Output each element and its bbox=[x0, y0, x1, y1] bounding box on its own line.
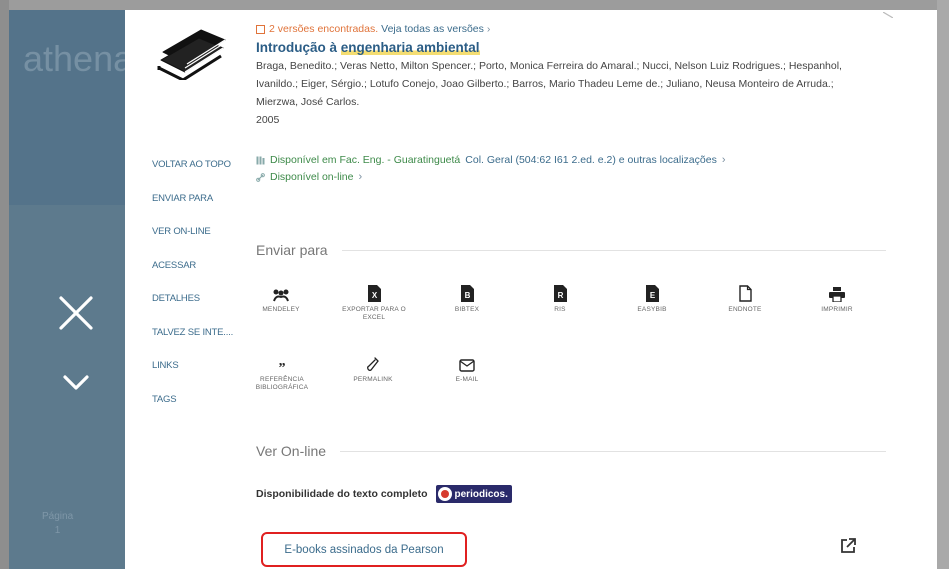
action-easybib[interactable]: E EASYBIB bbox=[617, 282, 687, 314]
record-details-panel: VOLTAR AO TOPO ENVIAR PARA VER ON-LINE A… bbox=[125, 10, 937, 569]
chevron-right-icon: › bbox=[358, 171, 363, 183]
record-year: 2005 bbox=[256, 114, 280, 126]
record-info: 2 versões encontradas. Veja todas as ver… bbox=[256, 22, 896, 128]
ris-icon: R bbox=[553, 285, 567, 302]
svg-text:”: ” bbox=[279, 362, 286, 372]
availability-physical[interactable]: Disponível em Fac. Eng. - Guaratinguetá … bbox=[256, 152, 896, 169]
periodicos-badge[interactable]: periodicos. bbox=[435, 485, 512, 503]
action-permalink[interactable]: PERMALINK bbox=[338, 352, 408, 384]
action-label: PERMALINK bbox=[353, 376, 393, 383]
nav-you-may-be-interested[interactable]: TALVEZ SE INTE.... bbox=[152, 326, 247, 360]
svg-text:R: R bbox=[557, 291, 563, 300]
svg-text:B: B bbox=[464, 291, 470, 300]
action-print[interactable]: IMPRIMIR bbox=[802, 282, 872, 314]
book-icon bbox=[157, 29, 226, 80]
close-icon[interactable] bbox=[55, 292, 97, 334]
shelf-icon bbox=[256, 156, 265, 165]
svg-text:E: E bbox=[649, 291, 655, 300]
bibtex-icon: B bbox=[460, 285, 474, 302]
divider bbox=[340, 450, 886, 452]
action-label: REFERÊNCIA BIBLIOGRÁFICA bbox=[255, 376, 309, 391]
endnote-icon bbox=[738, 285, 752, 302]
action-ris[interactable]: R RIS bbox=[525, 282, 595, 314]
action-label: RIS bbox=[554, 306, 566, 313]
svg-text:X: X bbox=[371, 291, 377, 300]
versions-icon bbox=[256, 24, 265, 34]
record-authors: Braga, Benedito.; Veras Netto, Milton Sp… bbox=[256, 60, 842, 108]
send-to-heading: Enviar para bbox=[256, 242, 886, 258]
nav-tags[interactable]: TAGS bbox=[152, 393, 247, 427]
page-label: Página bbox=[42, 511, 74, 522]
divider bbox=[341, 249, 886, 251]
mendeley-icon bbox=[273, 289, 289, 302]
chevron-down-icon[interactable] bbox=[59, 370, 93, 396]
availability-detail: Col. Geral (504:62 I61 2.ed. e.2) e outr… bbox=[465, 154, 717, 166]
action-label: BIBTEX bbox=[454, 306, 480, 313]
title-highlight: engenharia ambiental bbox=[340, 40, 480, 55]
nav-links[interactable]: LINKS bbox=[152, 359, 247, 393]
action-label: MENDELEY bbox=[262, 306, 300, 313]
pearson-ebooks-link[interactable]: E-books assinados da Pearson bbox=[261, 532, 467, 567]
external-link-icon[interactable] bbox=[839, 537, 857, 555]
record-title[interactable]: Introdução à engenharia ambiental bbox=[256, 39, 896, 56]
versions-row: 2 versões encontradas. Veja todas as ver… bbox=[256, 22, 896, 36]
action-label: EASYBIB bbox=[637, 306, 667, 313]
nav-access[interactable]: ACESSAR bbox=[152, 259, 247, 293]
record-side-navigation: VOLTAR AO TOPO ENVIAR PARA VER ON-LINE A… bbox=[152, 158, 247, 426]
action-bibtex[interactable]: B BIBTEX bbox=[432, 282, 502, 314]
availability-location: Disponível em Fac. Eng. - Guaratinguetá bbox=[270, 154, 461, 166]
permalink-icon bbox=[367, 357, 379, 371]
print-icon bbox=[829, 287, 845, 302]
periodicos-logo-icon bbox=[437, 487, 452, 501]
versions-found-text: 2 versões encontradas. bbox=[269, 23, 379, 35]
nav-details[interactable]: DETALHES bbox=[152, 292, 247, 326]
link-icon bbox=[256, 173, 265, 182]
nav-view-online[interactable]: VER ON-LINE bbox=[152, 225, 247, 259]
action-export-excel[interactable]: X EXPORTAR PARA O EXCEL bbox=[338, 282, 410, 322]
window-frame-right bbox=[937, 0, 949, 569]
window-frame-left bbox=[0, 0, 9, 569]
nav-back-to-top[interactable]: VOLTAR AO TOPO bbox=[152, 158, 247, 192]
action-mendeley[interactable]: MENDELEY bbox=[246, 282, 316, 314]
scroll-indicator-icon bbox=[883, 12, 893, 18]
fulltext-label: Disponibilidade do texto completo bbox=[256, 488, 428, 500]
title-prefix: Introdução à bbox=[256, 40, 341, 55]
action-endnote[interactable]: ENDNOTE bbox=[710, 282, 780, 314]
send-to-title: Enviar para bbox=[256, 242, 328, 258]
quote-icon: ” bbox=[279, 362, 286, 372]
online-availability-text: Disponível on-line bbox=[270, 171, 354, 183]
window-frame-top bbox=[0, 0, 949, 10]
background-logo: athena bbox=[23, 38, 134, 79]
fulltext-availability: Disponibilidade do texto completo period… bbox=[256, 485, 512, 503]
availability-online[interactable]: Disponível on-line › bbox=[256, 169, 896, 186]
availability: Disponível em Fac. Eng. - Guaratinguetá … bbox=[256, 152, 896, 186]
periodicos-text: periodicos. bbox=[454, 488, 508, 500]
excel-export-icon: X bbox=[367, 285, 381, 302]
view-online-heading: Ver On-line bbox=[256, 443, 886, 459]
background-pagination: Página 1 bbox=[42, 510, 73, 538]
chevron-right-icon: › bbox=[721, 154, 726, 166]
page-number: 1 bbox=[54, 525, 61, 536]
view-online-title: Ver On-line bbox=[256, 443, 327, 459]
action-label: E-MAIL bbox=[455, 376, 479, 383]
background-overlay: athena Página 1 bbox=[9, 10, 133, 569]
chevron-right-icon: › bbox=[486, 23, 491, 35]
action-label: ENDNOTE bbox=[728, 306, 762, 313]
action-bibliographic-reference[interactable]: ” REFERÊNCIA BIBLIOGRÁFICA bbox=[246, 352, 318, 392]
nav-send-to[interactable]: ENVIAR PARA bbox=[152, 192, 247, 226]
all-versions-link[interactable]: Veja todas as versões bbox=[381, 22, 484, 36]
action-label: EXPORTAR PARA O EXCEL bbox=[342, 306, 406, 321]
email-icon bbox=[459, 359, 475, 372]
easybib-icon: E bbox=[645, 285, 659, 302]
action-email[interactable]: E-MAIL bbox=[432, 352, 502, 384]
action-label: IMPRIMIR bbox=[821, 306, 853, 313]
